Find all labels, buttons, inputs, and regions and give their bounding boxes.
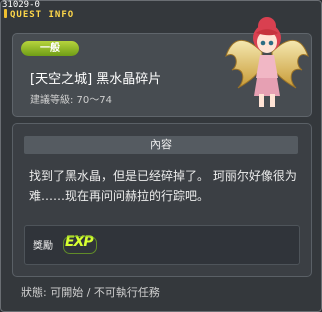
quest-status: 狀態: 可開始 / 不可執行任務 [21,286,160,299]
quest-name: [天空之城] 黑水晶碎片 [30,72,162,87]
exp-reward-icon: EXP [63,234,97,254]
quest-type-badge: 一般 [21,41,79,56]
reward-label: 獎勵 [33,241,53,252]
content-title: 內容 [150,138,172,151]
npc-portrait-icon [225,17,309,107]
window-title: QUEST INFO [10,10,75,20]
reward-box: 獎勵 EXP [24,225,300,265]
quest-description: 找到了黑水晶，但是已经碎掉了。 珂丽尔好像很为难……现在再问问赫拉的行踪吧。 [29,169,297,203]
recommended-level: 建議等級: 70～74 [30,95,112,106]
quest-bookmark-icon [2,8,10,20]
content-header: 內容 [24,136,298,154]
